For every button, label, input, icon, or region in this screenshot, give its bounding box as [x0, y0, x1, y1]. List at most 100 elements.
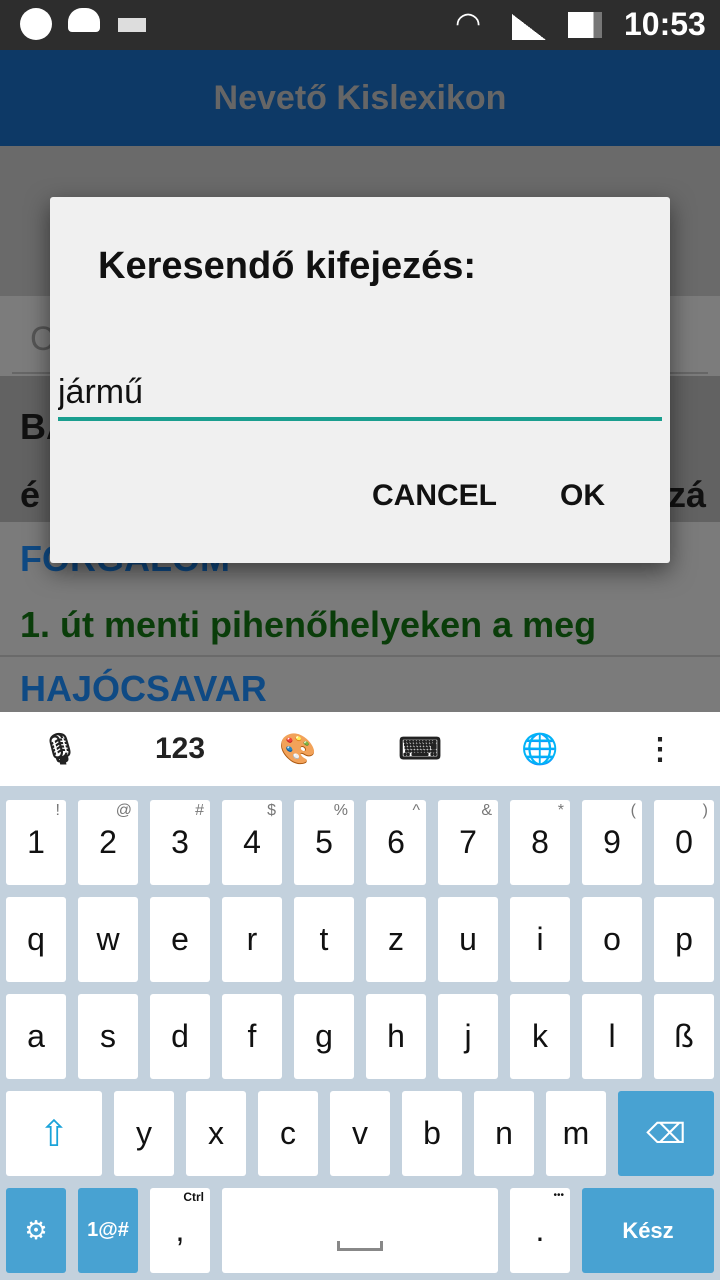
symbols-key[interactable]: 1@# — [78, 1188, 138, 1273]
keyboard-toolbar: 🎙 123 🎨 ⌨ 🌐 ⋮ — [0, 712, 720, 786]
key-label: w — [96, 921, 120, 957]
key-label: e — [171, 921, 189, 957]
key-r[interactable]: r — [222, 897, 282, 982]
gear-icon: ⚙ — [24, 1215, 48, 1245]
key-hint: @ — [115, 802, 132, 819]
key-label: t — [319, 921, 329, 957]
done-key[interactable]: Kész — [582, 1188, 714, 1273]
more-icon[interactable]: ⋮ — [620, 712, 700, 786]
key-label: x — [208, 1115, 224, 1151]
key-label: y — [136, 1115, 152, 1151]
key-label: 3 — [171, 824, 189, 860]
key-w[interactable]: w — [78, 897, 138, 982]
key-n[interactable]: n — [474, 1091, 534, 1176]
key-8[interactable]: 8 * — [510, 800, 570, 885]
key-hint: $ — [267, 802, 276, 819]
key-b[interactable]: b — [402, 1091, 462, 1176]
entry-title[interactable]: HAJÓCSAVAR — [20, 668, 267, 710]
key-l[interactable]: l — [582, 994, 642, 1079]
divider — [0, 655, 720, 657]
key-f[interactable]: f — [222, 994, 282, 1079]
key-e[interactable]: e — [150, 897, 210, 982]
key-hint: ) — [702, 802, 708, 819]
key-x[interactable]: x — [186, 1091, 246, 1176]
key-label: 6 — [387, 824, 405, 860]
key-label: ß — [674, 1018, 694, 1054]
battery-icon — [568, 12, 602, 38]
key-o[interactable]: o — [582, 897, 642, 982]
key-7[interactable]: 7 & — [438, 800, 498, 885]
key-label: m — [562, 1115, 590, 1151]
comma-key[interactable]: , Ctrl — [150, 1188, 210, 1273]
backspace-icon: ⌫ — [646, 1118, 686, 1149]
palette-icon[interactable]: 🎨 — [258, 712, 338, 786]
key-label: g — [315, 1018, 333, 1054]
cancel-button[interactable]: CANCEL — [372, 479, 497, 513]
space-key[interactable] — [222, 1188, 498, 1273]
key-u[interactable]: u — [438, 897, 498, 982]
wifi-icon: ◠ — [455, 7, 482, 40]
key-hint: * — [557, 802, 564, 819]
shift-key[interactable]: ⇧ — [6, 1091, 102, 1176]
key-label: , — [175, 1212, 185, 1248]
key-hint: ^ — [412, 802, 420, 819]
key-3[interactable]: 3 # — [150, 800, 210, 885]
period-key[interactable]: . ••• — [510, 1188, 570, 1273]
key-v[interactable]: v — [330, 1091, 390, 1176]
key-label: d — [171, 1018, 189, 1054]
key-label: k — [532, 1018, 548, 1054]
ok-button[interactable]: OK — [560, 479, 605, 513]
key-label: 1 — [27, 824, 45, 860]
key-label: 7 — [459, 824, 477, 860]
key-label: a — [27, 1018, 45, 1054]
key-label: 9 — [603, 824, 621, 860]
key-m[interactable]: m — [546, 1091, 606, 1176]
key-d[interactable]: d — [150, 994, 210, 1079]
key-hint: ! — [55, 802, 60, 819]
key-9[interactable]: 9( — [582, 800, 642, 885]
key-5[interactable]: 5% — [294, 800, 354, 885]
key-hint: ( — [630, 802, 636, 819]
hide-keyboard-icon[interactable]: ⌨ — [380, 712, 460, 786]
key-a[interactable]: a — [6, 994, 66, 1079]
key-hint: % — [333, 802, 348, 819]
key-label: 4 — [243, 824, 261, 860]
key-label: j — [464, 1018, 472, 1054]
key-1[interactable]: 1! — [6, 800, 66, 885]
microphone-icon[interactable]: 🎙 — [20, 712, 100, 786]
entry-text: zá — [668, 474, 707, 515]
key-ß[interactable]: ß — [654, 994, 714, 1079]
backspace-key[interactable]: ⌫ — [618, 1091, 714, 1176]
key-hint: # — [195, 802, 204, 819]
search-input[interactable] — [58, 367, 662, 421]
key-label: . — [535, 1212, 545, 1248]
key-k[interactable]: k — [510, 994, 570, 1079]
key-g[interactable]: g — [294, 994, 354, 1079]
key-q[interactable]: q — [6, 897, 66, 982]
aperture-icon — [20, 8, 52, 40]
key-z[interactable]: z — [366, 897, 426, 982]
key-s[interactable]: s — [78, 994, 138, 1079]
key-0[interactable]: 0) — [654, 800, 714, 885]
key-label: r — [246, 921, 258, 957]
globe-icon[interactable]: 🌐 — [500, 712, 580, 786]
numbers-button[interactable]: 123 — [140, 712, 220, 786]
key-c[interactable]: c — [258, 1091, 318, 1176]
app-title: Nevető Kislexikon — [0, 50, 720, 146]
key-6[interactable]: 6 ^ — [366, 800, 426, 885]
key-h[interactable]: h — [366, 994, 426, 1079]
key-t[interactable]: t — [294, 897, 354, 982]
keyboard-icon — [118, 18, 146, 32]
key-4[interactable]: 4 $ — [222, 800, 282, 885]
settings-key[interactable]: ⚙ — [6, 1188, 66, 1273]
key-y[interactable]: y — [114, 1091, 174, 1176]
key-i[interactable]: i — [510, 897, 570, 982]
key-j[interactable]: j — [438, 994, 498, 1079]
key-p[interactable]: p — [654, 897, 714, 982]
keyboard: 1! 2 @3 #4 $5% 6 ^ 7 & 8 * 9(0) q w e r t z u i o p a s d f g h j k l ß… — [0, 786, 720, 1280]
key-2[interactable]: 2 @ — [78, 800, 138, 885]
key-label: v — [352, 1115, 368, 1151]
key-hint: Ctrl — [183, 1190, 204, 1204]
key-label: q — [27, 921, 45, 957]
key-label: 2 — [99, 824, 117, 860]
